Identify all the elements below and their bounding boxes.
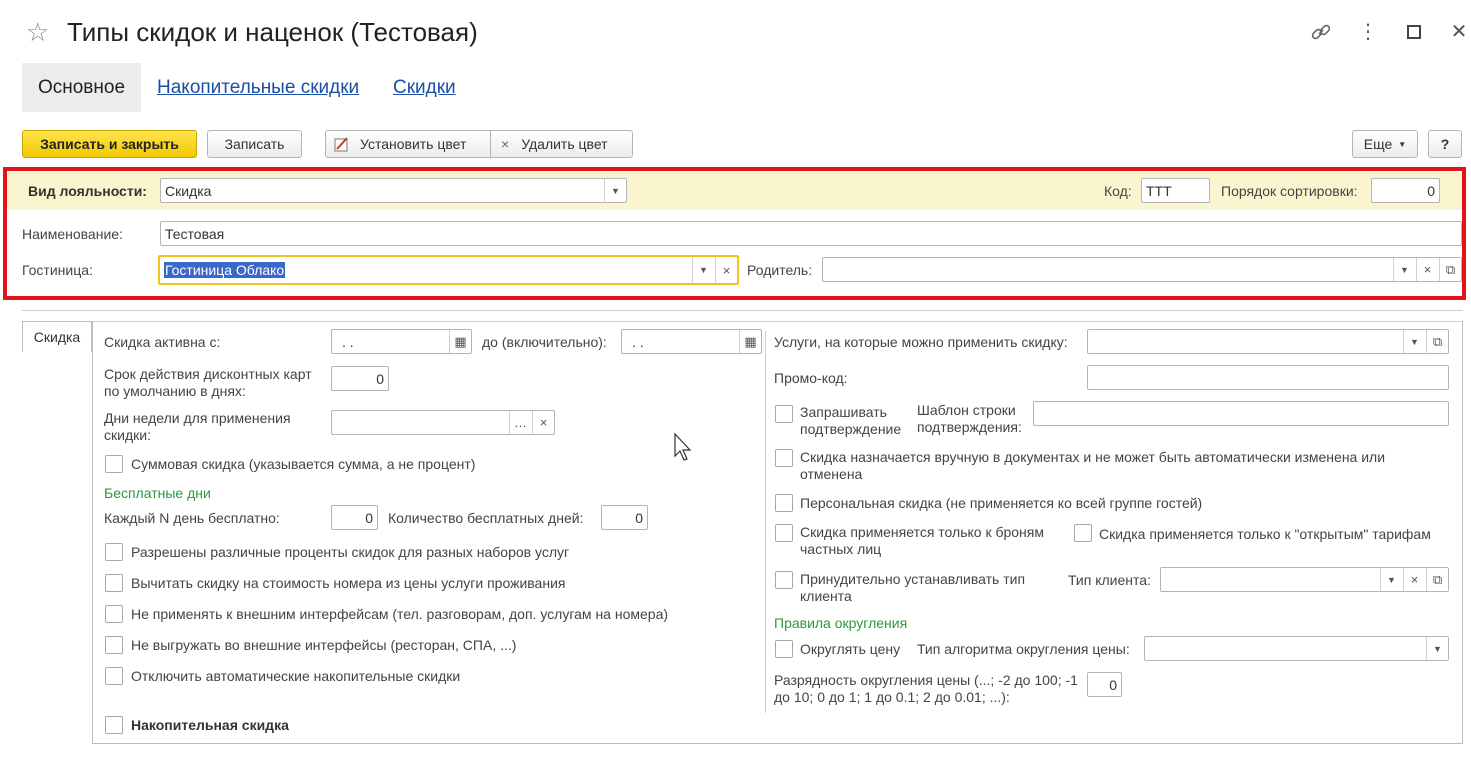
promo-code-label: Промо-код: — [774, 370, 848, 386]
free-days-count-field[interactable]: 0 — [601, 505, 648, 530]
to-label: до (включительно): — [482, 334, 607, 350]
more-label: Еще — [1363, 136, 1393, 152]
delete-color-button[interactable]: × Удалить цвет — [490, 130, 633, 158]
dropdown-arrow-icon: ▼ — [1398, 139, 1407, 149]
to-value: . . — [632, 333, 644, 350]
cumulative-discount-checkbox[interactable] — [105, 716, 123, 734]
every-n-day-field[interactable]: 0 — [331, 505, 378, 530]
more-button[interactable]: Еще ▼ — [1352, 130, 1418, 158]
set-color-label: Установить цвет — [360, 136, 467, 152]
panel-top-border — [92, 321, 1463, 322]
template-field[interactable] — [1033, 401, 1449, 426]
check-subtract-room-price[interactable] — [105, 574, 123, 592]
highlight-frame — [3, 167, 1466, 300]
save-button[interactable]: Записать — [207, 130, 302, 158]
dropdown-arrow-icon[interactable]: ▼ — [1403, 330, 1425, 353]
check-no-export-label: Не выгружать во внешние интерфейсы (рест… — [131, 637, 517, 653]
open-icon[interactable]: ⧉ — [1426, 568, 1448, 591]
personal-discount-label: Персональная скидка (не применяется ко в… — [800, 495, 1203, 511]
check-subtract-room-price-label: Вычитать скидку на стоимость номера из ц… — [131, 575, 566, 591]
check-disable-auto-cumulative[interactable] — [105, 667, 123, 685]
column-divider — [765, 331, 766, 713]
ellipsis-icon[interactable]: … — [509, 411, 531, 434]
favorite-star-icon[interactable]: ☆ — [26, 18, 49, 46]
tab-discount[interactable]: Скидка — [22, 321, 92, 352]
calendar-icon[interactable]: ▦ — [449, 330, 471, 353]
close-icon[interactable]: ✕ — [1447, 20, 1471, 44]
dropdown-arrow-icon[interactable]: ▼ — [1426, 637, 1448, 660]
mouse-cursor-icon — [673, 432, 693, 462]
client-type-select[interactable]: ▼ × ⧉ — [1160, 567, 1449, 592]
tab-discounts[interactable]: Скидки — [393, 77, 456, 99]
round-algo-select[interactable]: ▼ — [1144, 636, 1449, 661]
palette-icon — [334, 136, 350, 152]
link-icon[interactable] — [1309, 20, 1333, 44]
save-and-close-button[interactable]: Записать и закрыть — [22, 130, 197, 158]
rounding-digits-label: Разрядность округления цены (...; -2 до … — [774, 672, 1078, 705]
ask-confirmation-checkbox[interactable] — [775, 405, 793, 423]
sum-discount-checkbox[interactable] — [105, 455, 123, 473]
private-only-label: Скидка применяется только к броням частн… — [800, 524, 1044, 557]
ask-confirmation-label: Запрашивать подтверждение — [800, 404, 902, 437]
cumulative-discount-label: Накопительная скидка — [131, 717, 289, 733]
tab-cumulative-discounts[interactable]: Накопительные скидки — [157, 77, 359, 99]
template-label: Шаблон строки подтверждения: — [917, 402, 1022, 435]
card-term-field[interactable]: 0 — [331, 366, 389, 391]
window-title: Типы скидок и наценок (Тестовая) — [67, 17, 478, 47]
clear-icon[interactable]: × — [1403, 568, 1425, 591]
services-label: Услуги, на которые можно применить скидк… — [774, 334, 1068, 350]
manual-only-label: Скидка назначается вручную в документах … — [800, 449, 1386, 482]
private-only-checkbox[interactable] — [775, 524, 793, 542]
card-term-label: Срок действия дисконтных карт по умолчан… — [104, 366, 312, 399]
maximize-icon[interactable] — [1402, 20, 1426, 44]
round-price-label: Округлять цену — [800, 641, 901, 657]
help-button[interactable]: ? — [1428, 130, 1462, 158]
every-n-day-label: Каждый N день бесплатно: — [104, 510, 280, 526]
check-different-percents-label: Разрешены различные проценты скидок для … — [131, 544, 570, 560]
delete-color-label: Удалить цвет — [521, 136, 608, 152]
open-rates-only-label: Скидка применяется только к "открытым" т… — [1099, 526, 1431, 542]
check-no-external-interfaces[interactable] — [105, 605, 123, 623]
to-date[interactable]: . . ▦ — [621, 329, 762, 354]
set-color-button[interactable]: Установить цвет — [325, 130, 491, 158]
weekdays-field[interactable]: … × — [331, 410, 555, 435]
client-type-label: Тип клиента: — [1068, 572, 1151, 588]
personal-discount-checkbox[interactable] — [775, 494, 793, 512]
open-rates-only-checkbox[interactable] — [1074, 524, 1092, 542]
active-from-value: . . — [342, 333, 354, 350]
more-vertical-icon[interactable]: ⋮ — [1356, 20, 1380, 44]
check-disable-auto-cumulative-label: Отключить автоматические накопительные с… — [131, 668, 461, 684]
force-client-type-label: Принудительно устанавливать тип клиента — [800, 571, 1026, 604]
open-icon[interactable]: ⧉ — [1426, 330, 1448, 353]
round-price-checkbox[interactable] — [775, 640, 793, 658]
force-client-type-checkbox[interactable] — [775, 571, 793, 589]
rounding-header: Правила округления — [774, 615, 908, 631]
manual-only-checkbox[interactable] — [775, 449, 793, 467]
tab-main[interactable]: Основное — [22, 63, 141, 112]
free-days-count-label: Количество бесплатных дней: — [388, 510, 584, 526]
services-select[interactable]: ▼ ⧉ — [1087, 329, 1449, 354]
check-no-external-interfaces-label: Не применять к внешним интерфейсам (тел.… — [131, 606, 669, 622]
active-from-date[interactable]: . . ▦ — [331, 329, 472, 354]
divider — [22, 310, 1463, 311]
weekdays-label: Дни недели для применения скидки: — [104, 410, 291, 443]
clear-icon[interactable]: × — [532, 411, 554, 434]
x-icon: × — [501, 136, 510, 152]
sum-discount-label: Суммовая скидка (указывается сумма, а не… — [131, 456, 476, 472]
calendar-icon[interactable]: ▦ — [739, 330, 761, 353]
check-different-percents[interactable] — [105, 543, 123, 561]
dropdown-arrow-icon[interactable]: ▼ — [1380, 568, 1402, 591]
round-algo-label: Тип алгоритма округления цены: — [917, 641, 1130, 657]
rounding-digits-field[interactable]: 0 — [1087, 672, 1122, 697]
promo-code-field[interactable] — [1087, 365, 1449, 390]
active-from-label: Скидка активна с: — [104, 334, 221, 350]
free-days-header: Бесплатные дни — [104, 485, 211, 501]
check-no-export[interactable] — [105, 636, 123, 654]
